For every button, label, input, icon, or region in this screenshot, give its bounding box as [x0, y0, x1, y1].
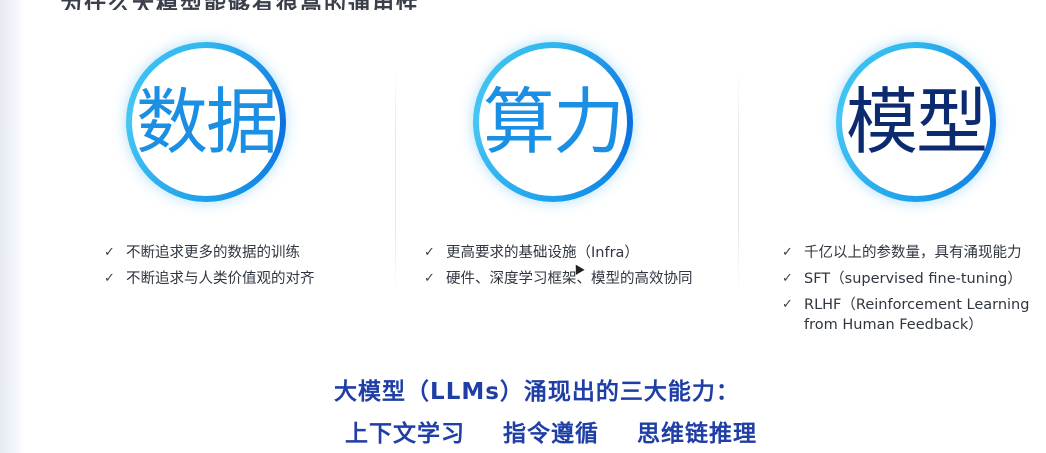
compute-points: ✓ 更高要求的基础设施（Infra） ✓ 硬件、深度学习框架、模型的高效协同 [424, 240, 693, 292]
list-item: ✓ 硬件、深度学习框架、模型的高效协同 [424, 266, 693, 292]
check-icon: ✓ [104, 271, 115, 286]
column-divider [738, 66, 739, 296]
check-icon: ✓ [782, 297, 793, 312]
pillar-title-compute: 算力 [482, 80, 625, 164]
slide-heading-cropped: 为什么大模型能够有很高的通用性 [60, 0, 480, 10]
check-icon: ✓ [424, 271, 435, 286]
check-icon: ✓ [782, 245, 793, 260]
pillar-title-model: 模型 [845, 80, 988, 164]
check-icon: ✓ [104, 245, 115, 260]
abilities-list: 上下文学习 指令遵循 思维链推理 [0, 414, 1046, 448]
data-points: ✓ 不断追求更多的数据的训练 ✓ 不断追求与人类价值观的对齐 [104, 240, 315, 292]
list-item: ✓ SFT（supervised fine-tuning） [782, 266, 1046, 292]
check-icon: ✓ [424, 245, 435, 260]
list-item: ✓ 更高要求的基础设施（Infra） [424, 240, 693, 266]
compute-ring: 算力 [473, 42, 633, 202]
ability-instruction-following: 指令遵循 [503, 421, 599, 447]
model-points: ✓ 千亿以上的参数量，具有涌现能力 ✓ SFT（supervised fine-tu… [782, 240, 1046, 335]
ability-in-context-learning: 上下文学习 [345, 421, 465, 447]
abilities-heading: 大模型（LLMs）涌现出的三大能力： [334, 379, 740, 405]
pillar-title-data: 数据 [135, 80, 278, 164]
list-item: ✓ 不断追求与人类价值观的对齐 [104, 266, 315, 292]
list-item: ✓ 千亿以上的参数量，具有涌现能力 [782, 240, 1046, 266]
list-item: ✓ 不断追求更多的数据的训练 [104, 240, 315, 266]
check-icon: ✓ [782, 271, 793, 286]
list-item: ✓ RLHF（Reinforcement Learning from Human F… [782, 297, 1030, 333]
model-ring: 模型 [836, 42, 996, 202]
column-divider [395, 66, 396, 296]
ability-chain-of-thought: 思维链推理 [637, 421, 757, 447]
data-ring: 数据 [126, 42, 286, 202]
